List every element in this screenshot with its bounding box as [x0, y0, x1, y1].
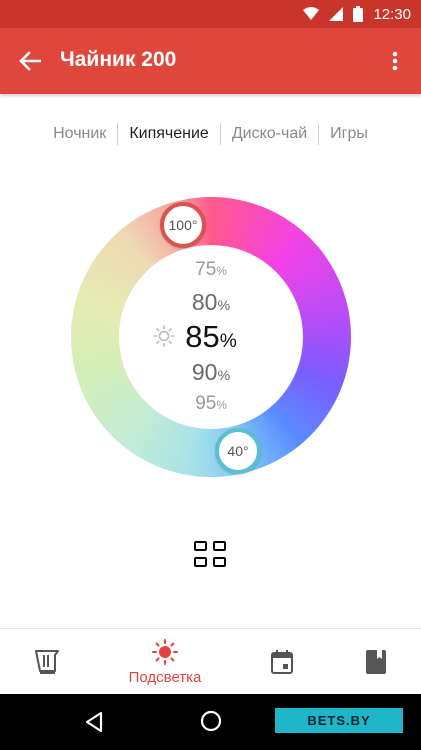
app-bar: Чайник 200 — [0, 28, 421, 94]
brightness-value: 85 — [185, 319, 220, 354]
brightness-option-75[interactable]: 75% — [71, 259, 351, 281]
percent-sign: % — [216, 265, 227, 278]
brightness-option-selected[interactable]: 85% — [71, 319, 351, 355]
more-vert-icon — [392, 51, 398, 71]
status-icons: 12:30 — [303, 3, 411, 25]
nav-item-schedule[interactable] — [256, 629, 308, 695]
teapot-icon — [35, 650, 59, 674]
signal-icon — [329, 7, 344, 21]
arrow-back-icon — [19, 51, 41, 71]
palette-swatch-icon — [194, 541, 207, 551]
status-bar: 12:30 — [0, 0, 421, 28]
page-title: Чайник 200 — [60, 48, 177, 71]
palette-swatch-icon — [213, 541, 226, 551]
palette-swatch-icon — [194, 557, 207, 567]
nav-item-recipes[interactable] — [350, 629, 402, 695]
palette-swatch-icon — [213, 557, 226, 567]
tab-disco-tea[interactable]: Диско-чай — [221, 122, 318, 146]
percent-sign: % — [216, 399, 227, 412]
nav-item-kettle[interactable] — [20, 629, 76, 695]
sun-icon — [152, 638, 178, 665]
book-icon — [366, 650, 386, 674]
nav-item-backlight[interactable]: Подсветка — [110, 629, 220, 695]
brightness-value: 75 — [195, 259, 217, 280]
percent-sign: % — [217, 298, 231, 314]
battery-icon — [353, 6, 364, 22]
tab-games[interactable]: Игры — [319, 122, 379, 146]
system-home-icon[interactable] — [199, 709, 223, 733]
system-back-icon[interactable] — [82, 710, 106, 734]
tab-boiling[interactable]: Кипячение — [118, 122, 220, 146]
brightness-option-80[interactable]: 80% — [71, 289, 351, 316]
brightness-sun-icon — [153, 325, 175, 347]
mode-tabs: Ночник Кипячение Диско-чай Игры — [0, 118, 421, 150]
watermark-logo: BETS.BY — [275, 708, 403, 733]
brightness-value: 90 — [191, 359, 218, 385]
color-temperature-wheel[interactable]: 100° 40° 75% 80% 85% 90% 95% — [71, 197, 351, 477]
wifi-icon — [303, 7, 320, 20]
brightness-option-95[interactable]: 95% — [71, 393, 351, 415]
nav-label-backlight: Подсветка — [128, 668, 202, 686]
overflow-menu-button[interactable] — [383, 41, 407, 81]
brightness-value: 95 — [195, 393, 217, 414]
calendar-icon — [271, 650, 293, 674]
bottom-navigation: Подсветка — [0, 628, 421, 694]
color-palette-button[interactable] — [193, 540, 229, 570]
tab-night-light[interactable]: Ночник — [42, 122, 117, 146]
percent-sign: % — [217, 368, 231, 384]
back-button[interactable] — [10, 41, 50, 81]
percent-sign: % — [219, 331, 237, 352]
brightness-value: 80 — [191, 289, 218, 315]
status-time: 12:30 — [373, 5, 411, 23]
max-temperature-handle[interactable]: 100° — [160, 202, 206, 248]
system-navigation-bar: BETS.BY — [0, 694, 421, 750]
brightness-option-90[interactable]: 90% — [71, 359, 351, 386]
min-temperature-handle[interactable]: 40° — [215, 428, 261, 474]
